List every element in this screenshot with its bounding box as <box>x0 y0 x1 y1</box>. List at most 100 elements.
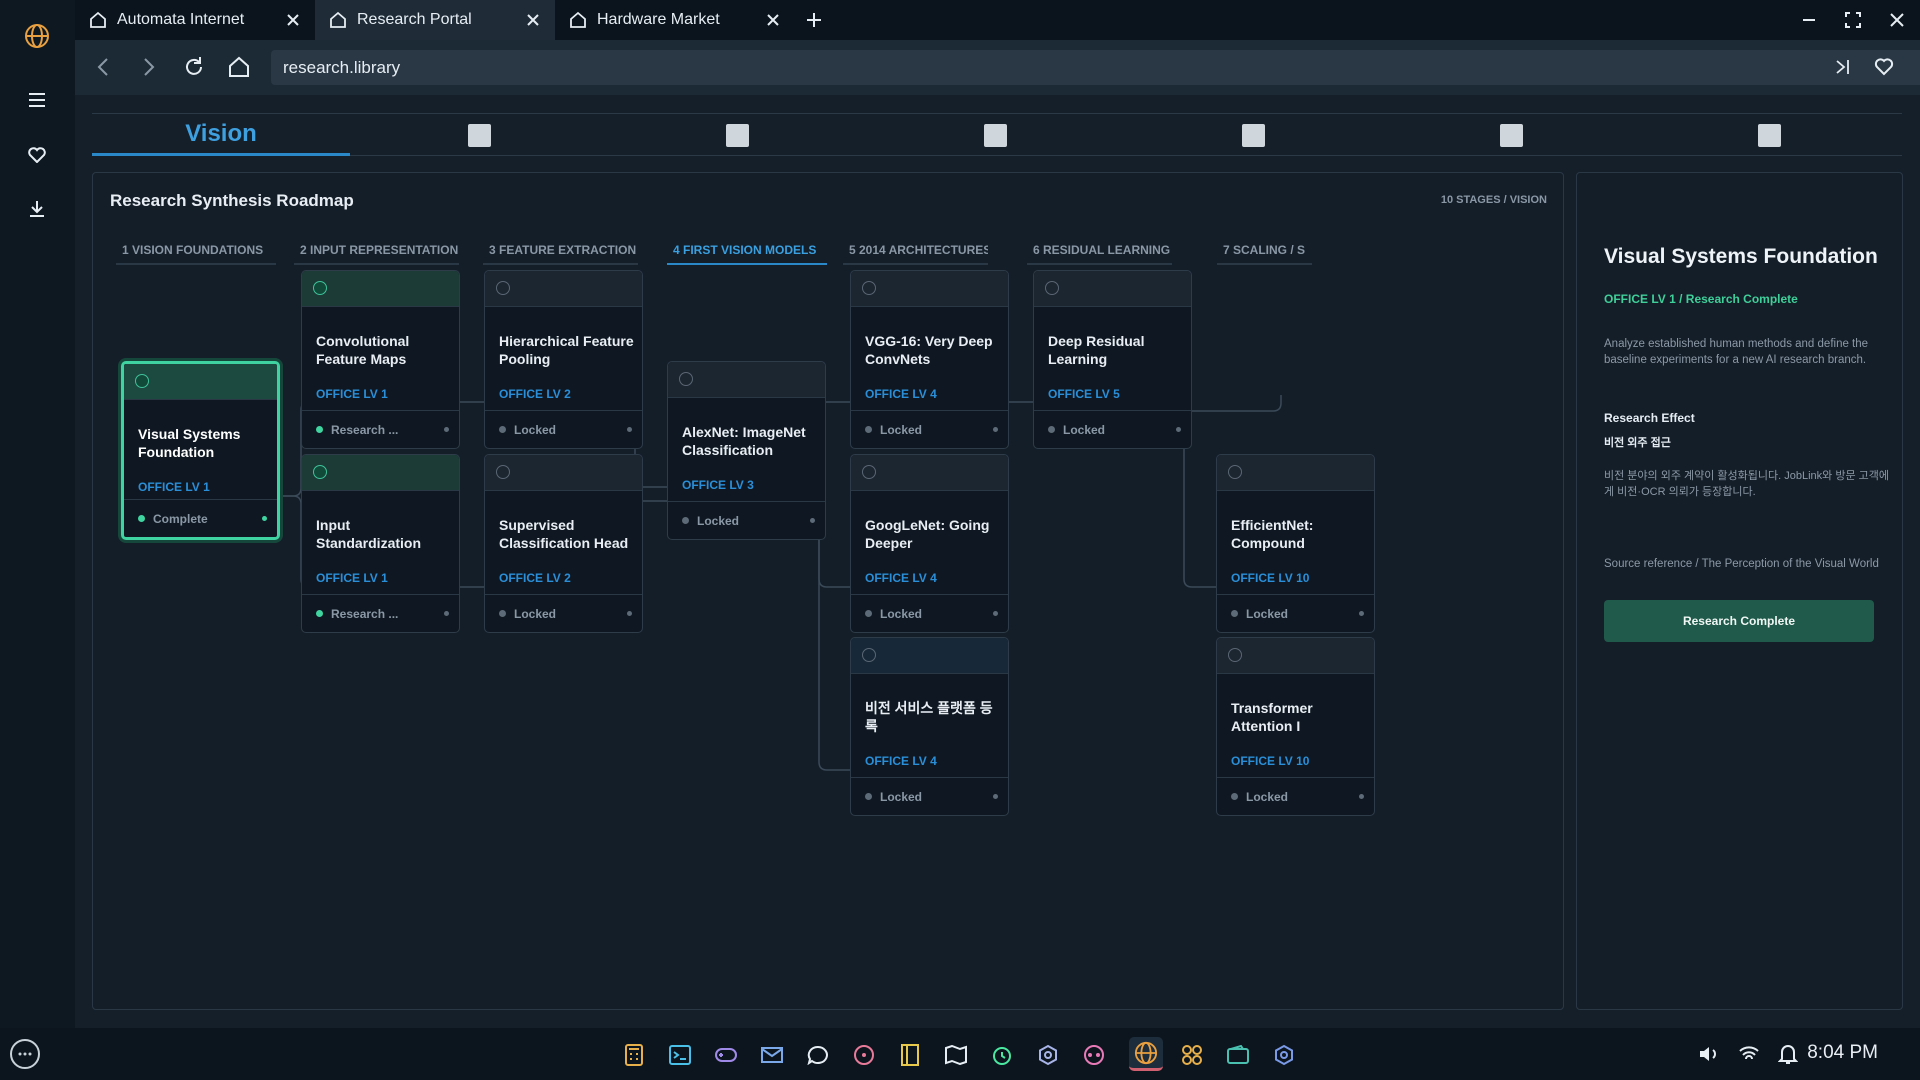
home-icon[interactable] <box>226 54 252 80</box>
url-input[interactable]: research.library <box>271 50 1920 85</box>
notification-icon[interactable] <box>1778 1043 1798 1065</box>
research-effect-heading: Research Effect <box>1604 411 1695 425</box>
status-dot <box>1231 610 1238 617</box>
tech-node[interactable]: Hierarchical Feature Pooling OFFICE LV 2… <box>484 270 643 449</box>
node-status-text: Research ... <box>331 606 399 621</box>
category-tab[interactable] <box>1124 114 1382 156</box>
node-status-text: Research ... <box>331 422 399 437</box>
node-status: Locked <box>851 777 1008 815</box>
research-effect-text: 비전 분야의 외주 계약이 활성화됩니다. JobLink와 방문 고객에게 비… <box>1604 470 1890 498</box>
maximize-icon[interactable] <box>1842 9 1864 31</box>
connector-dot <box>1359 611 1364 616</box>
browser-tab-active[interactable]: Research Portal <box>315 0 555 40</box>
research-roadmap-panel: Research Synthesis Roadmap 10 STAGES / V… <box>92 172 1564 1010</box>
tech-node[interactable]: EfficientNet: Compound OFFICE LV 10 Lock… <box>1216 454 1375 633</box>
close-icon[interactable] <box>283 10 303 30</box>
detail-title: Visual Systems Foundation <box>1604 245 1878 268</box>
category-icon <box>1757 123 1781 147</box>
category-tab[interactable] <box>1382 114 1640 156</box>
category-tabs: Vision <box>92 113 1902 156</box>
mail-icon[interactable] <box>757 1040 787 1070</box>
bookmark-icon[interactable] <box>1874 57 1894 77</box>
system-icon[interactable] <box>1269 1040 1299 1070</box>
node-header <box>1217 455 1374 491</box>
research-icon <box>1228 465 1242 479</box>
reload-icon[interactable] <box>181 54 207 80</box>
download-icon[interactable] <box>20 192 54 226</box>
node-level: OFFICE LV 1 <box>316 571 388 585</box>
menu-icon[interactable] <box>20 83 54 117</box>
node-level: OFFICE LV 1 <box>316 387 388 401</box>
map-icon[interactable] <box>941 1040 971 1070</box>
node-status: Locked <box>668 501 825 539</box>
tech-node-selected[interactable]: Visual Systems Foundation OFFICE LV 1 Co… <box>121 361 280 540</box>
tech-node[interactable]: Transformer Attention I OFFICE LV 10 Loc… <box>1216 637 1375 816</box>
tech-node[interactable]: Supervised Classification Head OFFICE LV… <box>484 454 643 633</box>
node-level: OFFICE LV 4 <box>865 754 937 768</box>
globe-icon[interactable] <box>20 19 54 53</box>
apps-grid-icon[interactable] <box>1177 1040 1207 1070</box>
node-status: Locked <box>851 594 1008 632</box>
tab-vision[interactable]: Vision <box>92 114 350 156</box>
tech-node[interactable]: 비전 서비스 플랫폼 등록 OFFICE LV 4 Locked <box>850 637 1009 816</box>
node-level: OFFICE LV 10 <box>1231 754 1310 768</box>
node-status: Research ... <box>302 594 459 632</box>
node-header <box>302 455 459 491</box>
research-effect-name: 비전 외주 접근 <box>1604 437 1671 449</box>
settings-icon[interactable] <box>1033 1040 1063 1070</box>
node-status: Locked <box>485 410 642 448</box>
browser-tab[interactable]: Automata Internet <box>75 0 315 40</box>
close-icon[interactable] <box>763 10 783 30</box>
node-status-text: Locked <box>1246 789 1289 804</box>
clock-icon[interactable] <box>987 1040 1017 1070</box>
back-icon[interactable] <box>91 54 117 80</box>
wifi-icon[interactable] <box>1738 1044 1760 1064</box>
gamepad-icon[interactable] <box>711 1040 741 1070</box>
category-icon <box>467 123 491 147</box>
arcade-icon[interactable] <box>1079 1040 1109 1070</box>
tech-node[interactable]: VGG-16: Very Deep ConvNets OFFICE LV 4 L… <box>850 270 1009 449</box>
tech-node[interactable]: Convolutional Feature Maps OFFICE LV 1 R… <box>301 270 460 449</box>
favorite-icon[interactable] <box>20 138 54 172</box>
node-title: Hierarchical Feature Pooling <box>499 333 634 367</box>
browser-app-icon[interactable] <box>1129 1037 1163 1071</box>
node-title: Transformer Attention I <box>1231 700 1313 734</box>
tech-node[interactable]: AlexNet: ImageNet Classification OFFICE … <box>667 361 826 540</box>
launcher-icon[interactable] <box>10 1039 40 1069</box>
minimize-icon[interactable] <box>1798 9 1820 31</box>
new-tab-icon[interactable] <box>804 10 824 30</box>
browser-tab[interactable]: Hardware Market <box>555 0 795 40</box>
tech-node[interactable]: Input Standardization OFFICE LV 1 Resear… <box>301 454 460 633</box>
notes-icon[interactable] <box>895 1040 925 1070</box>
status-dot <box>865 793 872 800</box>
node-status: Locked <box>1217 594 1374 632</box>
status-dot <box>682 517 689 524</box>
research-detail-panel: Visual Systems Foundation OFFICE LV 1 / … <box>1576 172 1903 1010</box>
category-tab[interactable] <box>608 114 866 156</box>
window-close-icon[interactable] <box>1886 9 1908 31</box>
node-status-text: Locked <box>514 422 557 437</box>
connector-dot <box>627 427 632 432</box>
tech-node[interactable]: Deep Residual Learning OFFICE LV 5 Locke… <box>1033 270 1192 449</box>
close-icon[interactable] <box>523 10 543 30</box>
terminal-icon[interactable] <box>665 1040 695 1070</box>
connector-dot <box>262 516 267 521</box>
forward-icon[interactable] <box>135 54 161 80</box>
sidebar-toggle-icon[interactable] <box>1834 58 1852 76</box>
chat-icon[interactable] <box>803 1040 833 1070</box>
research-complete-button[interactable]: Research Complete <box>1604 600 1874 642</box>
music-icon[interactable] <box>849 1040 879 1070</box>
category-tab[interactable] <box>866 114 1124 156</box>
tab-label: Research Portal <box>357 11 472 28</box>
connector-dot <box>810 518 815 523</box>
calculator-icon[interactable] <box>619 1040 649 1070</box>
volume-icon[interactable] <box>1698 1044 1720 1064</box>
category-tab[interactable] <box>350 114 608 156</box>
node-status-text: Locked <box>880 422 923 437</box>
category-tab[interactable] <box>1640 114 1898 156</box>
wallet-icon[interactable] <box>1223 1040 1253 1070</box>
tech-node[interactable]: GoogLeNet: Going Deeper OFFICE LV 4 Lock… <box>850 454 1009 633</box>
node-title: Visual Systems Foundation <box>138 426 241 460</box>
node-title: Deep Residual Learning <box>1048 333 1145 367</box>
app-rail <box>0 0 75 1028</box>
